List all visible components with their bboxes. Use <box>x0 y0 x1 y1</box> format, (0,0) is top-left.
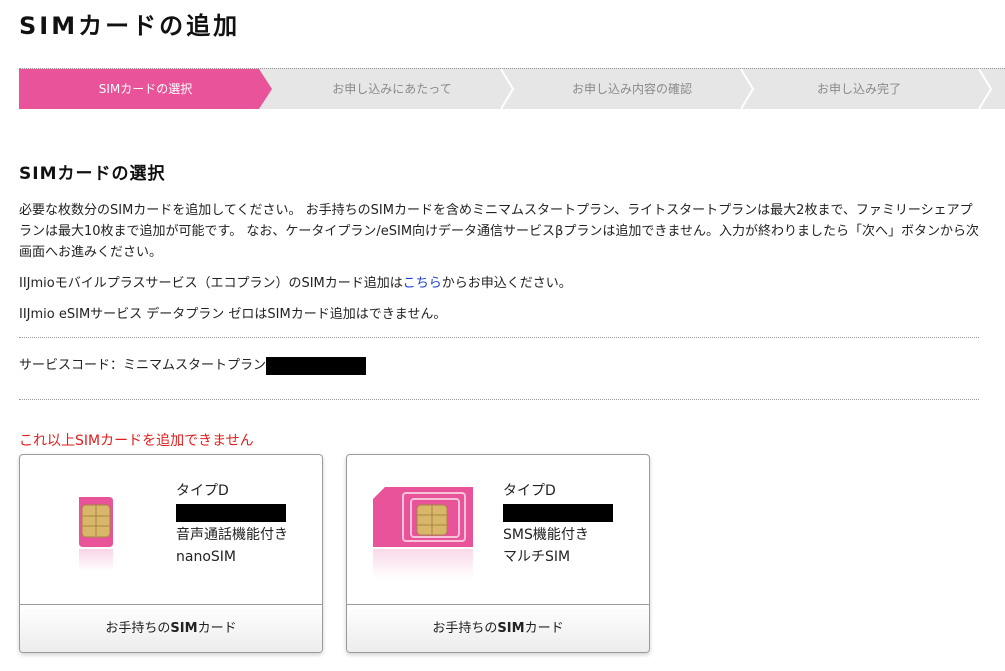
footer-bold: SIM <box>497 621 525 636</box>
footer-bold: SIM <box>170 621 198 636</box>
footer-suffix: カード <box>197 621 237 636</box>
own-sim-card-button[interactable]: お手持ちのSIMカード <box>347 605 649 652</box>
sim-size: nanoSIM <box>176 549 236 565</box>
step-separator-icon <box>500 69 514 109</box>
step-complete: お申し込み完了 <box>816 82 901 96</box>
eco-plan-note-text-after: からお申込ください。 <box>441 276 572 291</box>
sim-feature: 音声通話機能付き <box>176 527 288 543</box>
sim-card-option-nano[interactable]: タイプD 音声通話機能付き nanoSIM お手持ちのSIMカード <box>19 454 323 653</box>
eco-plan-note-text: IIJmioモバイルプラスサービス（エコプラン）のSIMカード追加は <box>19 276 403 291</box>
section-title: SIMカードの選択 <box>19 164 166 184</box>
instructions-text: 必要な枚数分のSIMカードを追加してください。 お手持ちのSIMカードを含めミニ… <box>19 203 979 260</box>
step-separator-icon <box>740 69 754 109</box>
eco-plan-note: IIJmioモバイルプラスサービス（エコプラン）のSIMカード追加はこちらからお… <box>19 273 984 294</box>
footer-prefix: お手持ちの <box>105 621 171 636</box>
sim-size: マルチSIM <box>503 549 571 565</box>
sim-type: タイプD <box>176 483 229 499</box>
eco-plan-link[interactable]: こちら <box>403 276 442 291</box>
service-code: サービスコード：ミニマムスタートプラン <box>19 355 984 376</box>
progress-steps: SIMカードの選択 お申し込みにあたって お申し込み内容の確認 お申し込み完了 <box>19 68 1005 109</box>
redacted-info <box>503 502 613 524</box>
sim-card-details: タイプD SMS機能付き マルチSIM <box>503 480 613 568</box>
step-confirm: お申し込み内容の確認 <box>571 82 692 96</box>
own-sim-card-button[interactable]: お手持ちのSIMカード <box>20 605 322 652</box>
step-select-sim: SIMカードの選択 <box>19 69 272 109</box>
redacted-service-code <box>266 356 367 375</box>
footer-suffix: カード <box>524 621 564 636</box>
sim-card-info: タイプD SMS機能付き マルチSIM <box>347 455 649 605</box>
footer-prefix: お手持ちの <box>432 621 498 636</box>
warning-message: これ以上SIMカードを追加できません <box>19 433 254 449</box>
sim-card-option-multi[interactable]: タイプD SMS機能付き マルチSIM お手持ちのSIMカード <box>346 454 650 653</box>
page-title: SIMカードの追加 <box>19 12 241 40</box>
nano-sim-icon <box>79 497 113 571</box>
esim-note: IIJmio eSIMサービス データプラン ゼロはSIMカード追加はできません… <box>19 307 447 322</box>
sim-feature: SMS機能付き <box>503 527 589 543</box>
step-separator-icon <box>978 69 992 109</box>
sim-card-details: タイプD 音声通話機能付き nanoSIM <box>176 480 288 568</box>
divider <box>19 337 979 338</box>
multi-sim-icon <box>373 487 473 579</box>
sim-card-info: タイプD 音声通話機能付き nanoSIM <box>20 455 322 605</box>
sim-type: タイプD <box>503 483 556 499</box>
redacted-info <box>176 502 288 524</box>
step-terms: お申し込みにあたって <box>332 82 452 96</box>
service-code-label: サービスコード：ミニマムスタートプラン <box>19 358 267 373</box>
divider <box>19 399 979 400</box>
